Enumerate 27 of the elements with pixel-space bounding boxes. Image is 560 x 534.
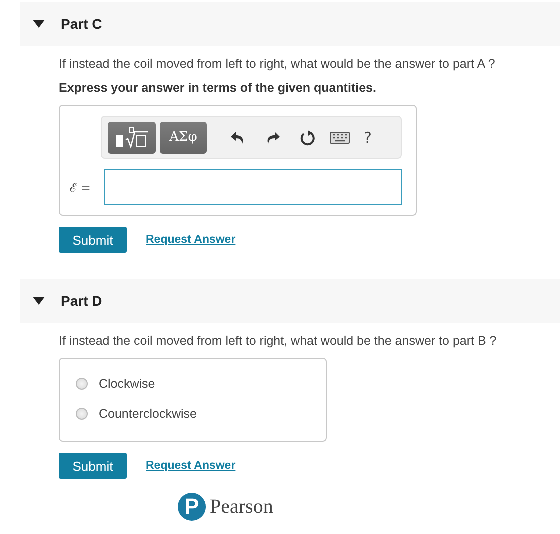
option-label[interactable]: Counterclockwise (99, 406, 197, 420)
help-button[interactable]: ? (364, 128, 372, 146)
redo-icon[interactable] (265, 130, 281, 146)
part-title: Part C (61, 16, 102, 32)
part-title: Part D (61, 293, 102, 309)
submit-button[interactable]: Submit (59, 453, 127, 479)
reset-icon[interactable] (300, 130, 316, 146)
undo-icon[interactable] (230, 130, 246, 146)
request-answer-link[interactable]: Request Answer (146, 234, 236, 246)
submit-button[interactable]: Submit (59, 227, 127, 253)
instruction: Express your answer in terms of the given quantities. (59, 81, 378, 95)
radio-button[interactable] (76, 408, 88, 420)
logo-mark: P (178, 493, 206, 521)
request-answer-link[interactable]: Request Answer (146, 460, 236, 472)
keyboard-icon[interactable] (330, 132, 350, 144)
question-text: If instead the coil moved from left to right, what would be the answer to part A ? (59, 57, 496, 71)
symbols-button[interactable]: ΑΣφ (160, 122, 207, 154)
variable-label: ℰ = (69, 180, 92, 196)
template-icon (115, 126, 149, 148)
templates-button[interactable] (108, 122, 156, 154)
option-label[interactable]: Clockwise (99, 376, 156, 390)
question-text: If instead the coil moved from left to right, what would be the answer to part B ? (59, 334, 498, 348)
caret-icon[interactable] (33, 20, 45, 28)
caret-icon[interactable] (33, 297, 45, 305)
answer-field[interactable] (104, 169, 402, 205)
radio-button[interactable] (76, 378, 88, 390)
logo-text: Pearson (210, 496, 274, 518)
